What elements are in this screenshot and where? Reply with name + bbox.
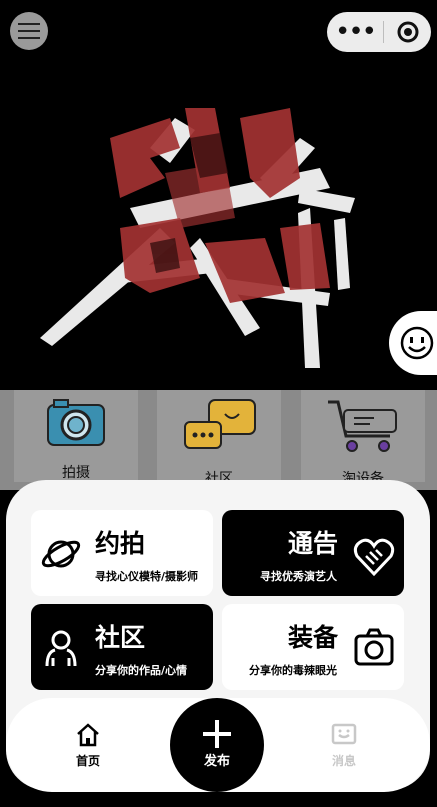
handshake-heart-icon [353,538,395,577]
menu-button[interactable] [10,12,48,50]
camera-outline-icon [354,628,394,666]
more-dots-icon[interactable]: ••• [327,12,383,52]
target-icon [397,21,418,43]
card-title: 装备 [288,623,339,652]
hamburger-icon [18,23,40,39]
category-shoot[interactable]: 拍摄 [14,390,138,482]
category-strip: 拍摄 社区 淘设备 [0,390,437,490]
card-subtitle: 分享你的毒辣眼光 [249,664,337,677]
card-subtitle: 寻找心仪模特/摄影师 [95,570,199,583]
card-title: 约拍 [95,529,146,558]
people-icon [45,630,77,667]
tab-label: 首页 [75,754,100,768]
camera-icon [47,399,105,446]
category-equipment[interactable]: 淘设备 [301,390,425,487]
category-community[interactable]: 社区 [157,390,281,487]
home-icon [77,723,99,747]
tab-home[interactable]: 首页 [48,698,128,792]
category-label: 拍摄 [62,465,90,481]
tab-label: 消息 [331,754,356,768]
planet-icon [41,540,81,568]
card-yuepai[interactable]: 约拍 寻找心仪模特/摄影师 [31,510,213,596]
close-mini-program-button[interactable] [384,21,431,43]
shopping-cart-icon [328,400,397,452]
card-zhuangbei[interactable]: 装备 分享你的毒辣眼光 [222,604,404,690]
card-title: 通告 [288,529,339,558]
message-icon [331,723,357,745]
smiley-face-icon [400,326,434,360]
card-subtitle: 寻找优秀演艺人 [260,570,337,583]
chat-bubbles-icon [184,399,256,449]
card-tonggao[interactable]: 通告 寻找优秀演艺人 [222,510,404,596]
graffiti-calligraphy-logo [40,108,355,368]
publish-button[interactable]: 发布 [170,698,264,792]
tab-messages[interactable]: 消息 [304,698,384,792]
plus-icon [203,720,231,748]
hero-banner [0,78,437,390]
card-shequ[interactable]: 社区 分享你的作品/心情 [31,604,213,690]
card-subtitle: 分享你的作品/心情 [95,664,188,677]
tab-bar: 首页 发布 消息 [6,698,430,792]
mini-program-capsule: ••• [327,12,431,52]
card-title: 社区 [95,623,146,652]
publish-label: 发布 [203,754,230,769]
